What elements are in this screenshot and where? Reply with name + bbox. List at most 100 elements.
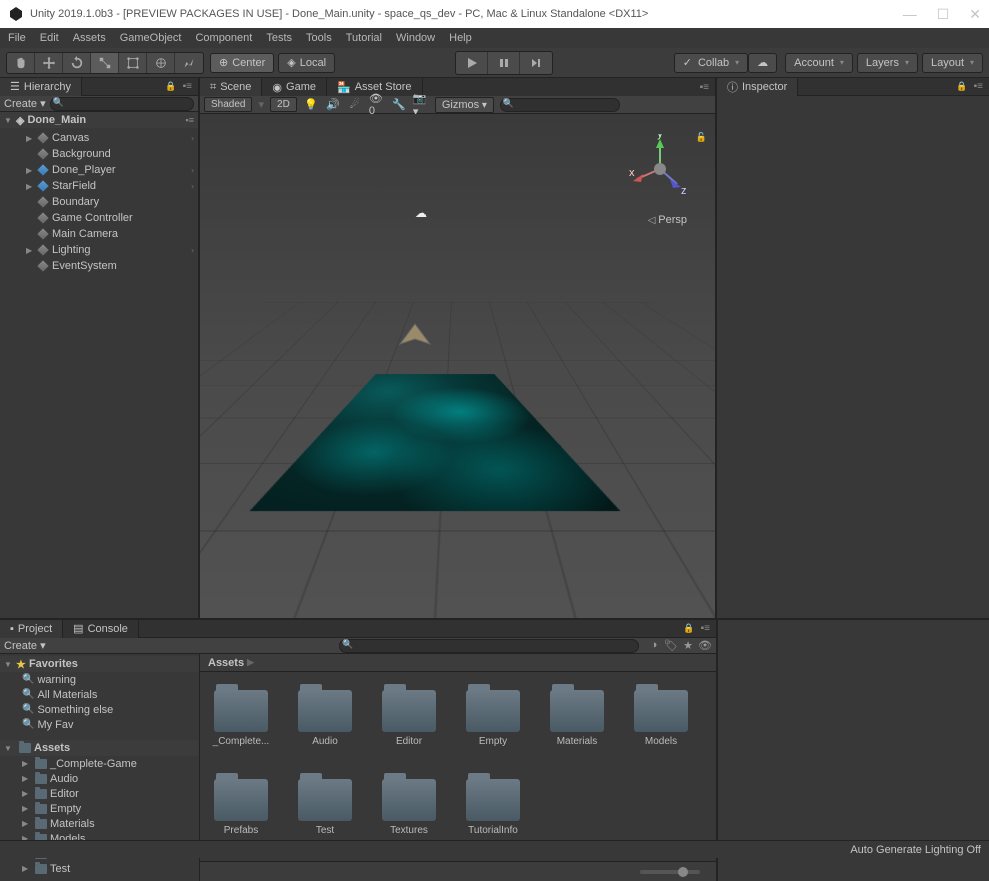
tab-context-icon[interactable]: ▪≡ — [700, 82, 709, 93]
menu-assets[interactable]: Assets — [73, 32, 106, 44]
hierarchy-item[interactable]: Boundary — [0, 194, 198, 210]
scene-tab[interactable]: ⌗Scene — [200, 78, 262, 96]
favorites-header[interactable]: ▼★ Favorites — [0, 656, 199, 672]
project-create-dropdown[interactable]: Create ▾ — [4, 639, 46, 652]
favorite-item[interactable]: 🔍My Fav — [0, 717, 199, 732]
fx-toggle-icon[interactable]: ☄ — [347, 98, 363, 112]
folder-tree-item[interactable]: ▶Editor — [0, 786, 199, 801]
menu-tests[interactable]: Tests — [266, 32, 292, 44]
scene-header[interactable]: ▼ ◈ Done_Main ▪≡ — [0, 112, 198, 128]
favorite-item[interactable]: 🔍warning — [0, 672, 199, 687]
asset-folder-item[interactable]: Models — [632, 684, 690, 747]
create-dropdown[interactable]: Create ▾ — [4, 97, 46, 110]
rotate-tool[interactable] — [63, 53, 91, 73]
asset-folder-item[interactable]: _Complete... — [212, 684, 270, 747]
tab-lock-icon[interactable]: 🔒 — [956, 81, 967, 92]
menu-gameobject[interactable]: GameObject — [120, 32, 182, 44]
rect-tool[interactable] — [119, 53, 147, 73]
hierarchy-item[interactable]: ▶Done_Player› — [0, 162, 198, 178]
label-filter-icon[interactable]: 🏷 — [664, 639, 678, 652]
asset-folder-item[interactable]: Textures — [380, 773, 438, 836]
maximize-button[interactable]: ☐ — [937, 6, 950, 23]
collab-dropdown[interactable]: ✓Collab — [674, 53, 748, 73]
lighting-status[interactable]: Auto Generate Lighting Off — [850, 844, 981, 856]
tools-icon[interactable]: 🔧 — [391, 98, 407, 112]
favorite-filter-icon[interactable]: ★ — [681, 639, 695, 652]
asset-folder-item[interactable]: Editor — [380, 684, 438, 747]
console-tab[interactable]: ▤Console — [63, 620, 139, 638]
hand-tool[interactable] — [7, 53, 35, 73]
hierarchy-item[interactable]: Main Camera — [0, 226, 198, 242]
account-dropdown[interactable]: Account — [785, 53, 853, 73]
project-tab[interactable]: ▪Project — [0, 620, 63, 638]
player-ship-object[interactable] — [395, 319, 435, 349]
pause-button[interactable] — [488, 52, 520, 74]
layout-dropdown[interactable]: Layout — [922, 53, 983, 73]
audio-toggle-icon[interactable]: 🔊 — [325, 98, 341, 112]
menu-tools[interactable]: Tools — [306, 32, 332, 44]
custom-tool[interactable] — [175, 53, 203, 73]
light-gizmo-icon[interactable]: ☁ — [415, 206, 427, 220]
pivot-local-toggle[interactable]: ◈Local — [278, 53, 335, 73]
minimize-button[interactable]: — — [903, 6, 917, 23]
filter-icon[interactable]: ◑ — [647, 639, 661, 652]
folder-tree-item[interactable]: ▶Materials — [0, 816, 199, 831]
shading-mode-dropdown[interactable]: Shaded — [204, 97, 252, 112]
hidden-toggle-icon[interactable]: 👁 — [698, 639, 712, 652]
folder-tree-item[interactable]: ▶Empty — [0, 801, 199, 816]
hidden-count-icon[interactable]: 👁0 — [369, 98, 385, 112]
scene-viewport[interactable]: ☁ y x z 🔓 ◁ Persp — [200, 114, 715, 618]
folder-tree-item[interactable]: ▶Test — [0, 861, 199, 876]
menu-component[interactable]: Component — [195, 32, 252, 44]
hierarchy-item[interactable]: EventSystem — [0, 258, 198, 274]
transform-tool[interactable] — [147, 53, 175, 73]
asset-folder-item[interactable]: Empty — [464, 684, 522, 747]
pivot-center-toggle[interactable]: ⊕Center — [210, 53, 274, 73]
folder-tree-item[interactable]: ▶_Complete-Game — [0, 756, 199, 771]
projection-label[interactable]: ◁ Persp — [648, 214, 687, 226]
asset-folder-item[interactable]: Prefabs — [212, 773, 270, 836]
play-button[interactable] — [456, 52, 488, 74]
hierarchy-item[interactable]: Game Controller — [0, 210, 198, 226]
folder-tree-item[interactable]: ▶Audio — [0, 771, 199, 786]
favorite-item[interactable]: 🔍All Materials — [0, 687, 199, 702]
move-tool[interactable] — [35, 53, 63, 73]
menu-window[interactable]: Window — [396, 32, 435, 44]
hierarchy-item[interactable]: ▶Lighting› — [0, 242, 198, 258]
hierarchy-tab[interactable]: ☰Hierarchy — [0, 78, 82, 96]
tab-lock-icon[interactable]: 🔒 — [683, 623, 694, 634]
tab-lock-icon[interactable]: 🔒 — [165, 81, 176, 92]
asset-folder-item[interactable]: TutorialInfo — [464, 773, 522, 836]
orientation-gizmo[interactable]: y x z — [625, 134, 695, 204]
asset-folder-item[interactable]: Test — [296, 773, 354, 836]
menu-help[interactable]: Help — [449, 32, 472, 44]
hierarchy-item[interactable]: Background — [0, 146, 198, 162]
lighting-toggle-icon[interactable]: 💡 — [303, 98, 319, 112]
inspector-tab[interactable]: ⓘInspector — [717, 78, 798, 96]
tab-context-icon[interactable]: ▪≡ — [183, 81, 192, 92]
2d-toggle[interactable]: 2D — [270, 97, 297, 112]
layers-dropdown[interactable]: Layers — [857, 53, 918, 73]
hierarchy-item[interactable]: ▶StarField› — [0, 178, 198, 194]
scale-tool[interactable] — [91, 53, 119, 73]
menu-tutorial[interactable]: Tutorial — [346, 32, 382, 44]
tab-context-icon[interactable]: ▪≡ — [974, 81, 983, 92]
game-tab[interactable]: ◉Game — [262, 78, 327, 96]
menu-file[interactable]: File — [8, 32, 26, 44]
step-button[interactable] — [520, 52, 552, 74]
project-search[interactable] — [339, 639, 639, 653]
scene-context-icon[interactable]: ▪≡ — [186, 115, 194, 125]
assets-header[interactable]: ▼Assets — [0, 740, 199, 756]
hierarchy-item[interactable]: ▶Canvas› — [0, 130, 198, 146]
favorite-item[interactable]: 🔍Something else — [0, 702, 199, 717]
grid-size-slider[interactable] — [640, 870, 700, 874]
cloud-button[interactable]: ☁ — [748, 53, 777, 73]
menu-edit[interactable]: Edit — [40, 32, 59, 44]
breadcrumb[interactable]: Assets ▶ — [200, 654, 716, 672]
gizmos-dropdown[interactable]: Gizmos ▾ — [435, 97, 494, 113]
hierarchy-search[interactable] — [50, 97, 194, 111]
gizmo-lock-icon[interactable]: 🔓 — [696, 132, 707, 143]
asset-folder-item[interactable]: Audio — [296, 684, 354, 747]
scene-search[interactable] — [500, 98, 620, 112]
camera-icon[interactable]: 📷▾ — [413, 98, 429, 112]
